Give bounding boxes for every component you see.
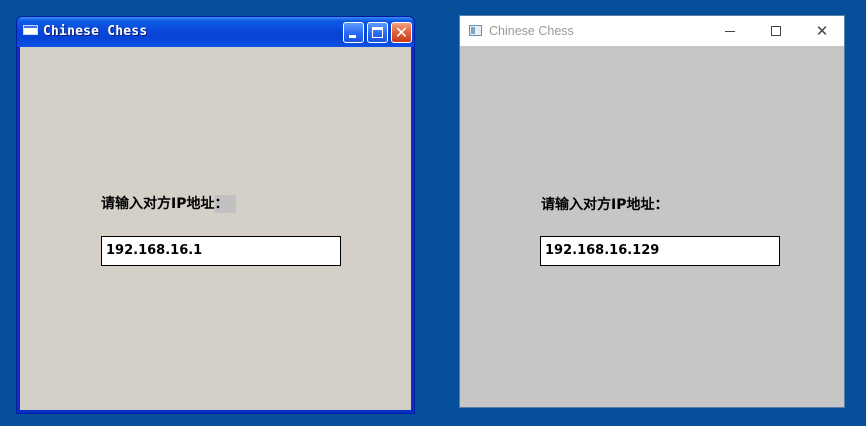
maximize-button[interactable] (753, 16, 799, 46)
window-client-area: 请输入对方IP地址： (460, 46, 844, 407)
close-icon: ✕ (394, 23, 409, 42)
minimize-icon (349, 35, 356, 38)
maximize-icon (372, 27, 383, 38)
minimize-button[interactable] (707, 16, 753, 46)
app-window-icon (469, 25, 482, 36)
ip-address-label: 请输入对方IP地址： (101, 195, 237, 213)
window-title: Chinese Chess (489, 24, 574, 38)
minimize-button[interactable] (343, 22, 364, 43)
close-icon: ✕ (815, 22, 829, 40)
window-client-area: 请输入对方IP地址： (20, 47, 411, 410)
maximize-button[interactable] (367, 22, 388, 43)
close-button[interactable]: ✕ (799, 16, 845, 46)
title-bar[interactable]: Chinese Chess ✕ (460, 16, 844, 46)
maximize-icon (771, 26, 781, 36)
ip-address-input[interactable] (540, 236, 780, 266)
app-window-icon (23, 25, 38, 35)
close-button[interactable]: ✕ (391, 22, 412, 43)
title-bar[interactable]: Chinese Chess ✕ (17, 17, 414, 47)
ip-address-input[interactable] (101, 236, 341, 266)
chinese-chess-window-win10: Chinese Chess ✕ 请输入对方IP地址： (459, 15, 845, 408)
chinese-chess-window-xp: Chinese Chess ✕ 请输入对方IP地址： (16, 16, 415, 414)
ip-address-label: 请输入对方IP地址： (541, 197, 669, 213)
minimize-icon (725, 31, 735, 32)
window-title: Chinese Chess (43, 24, 148, 39)
